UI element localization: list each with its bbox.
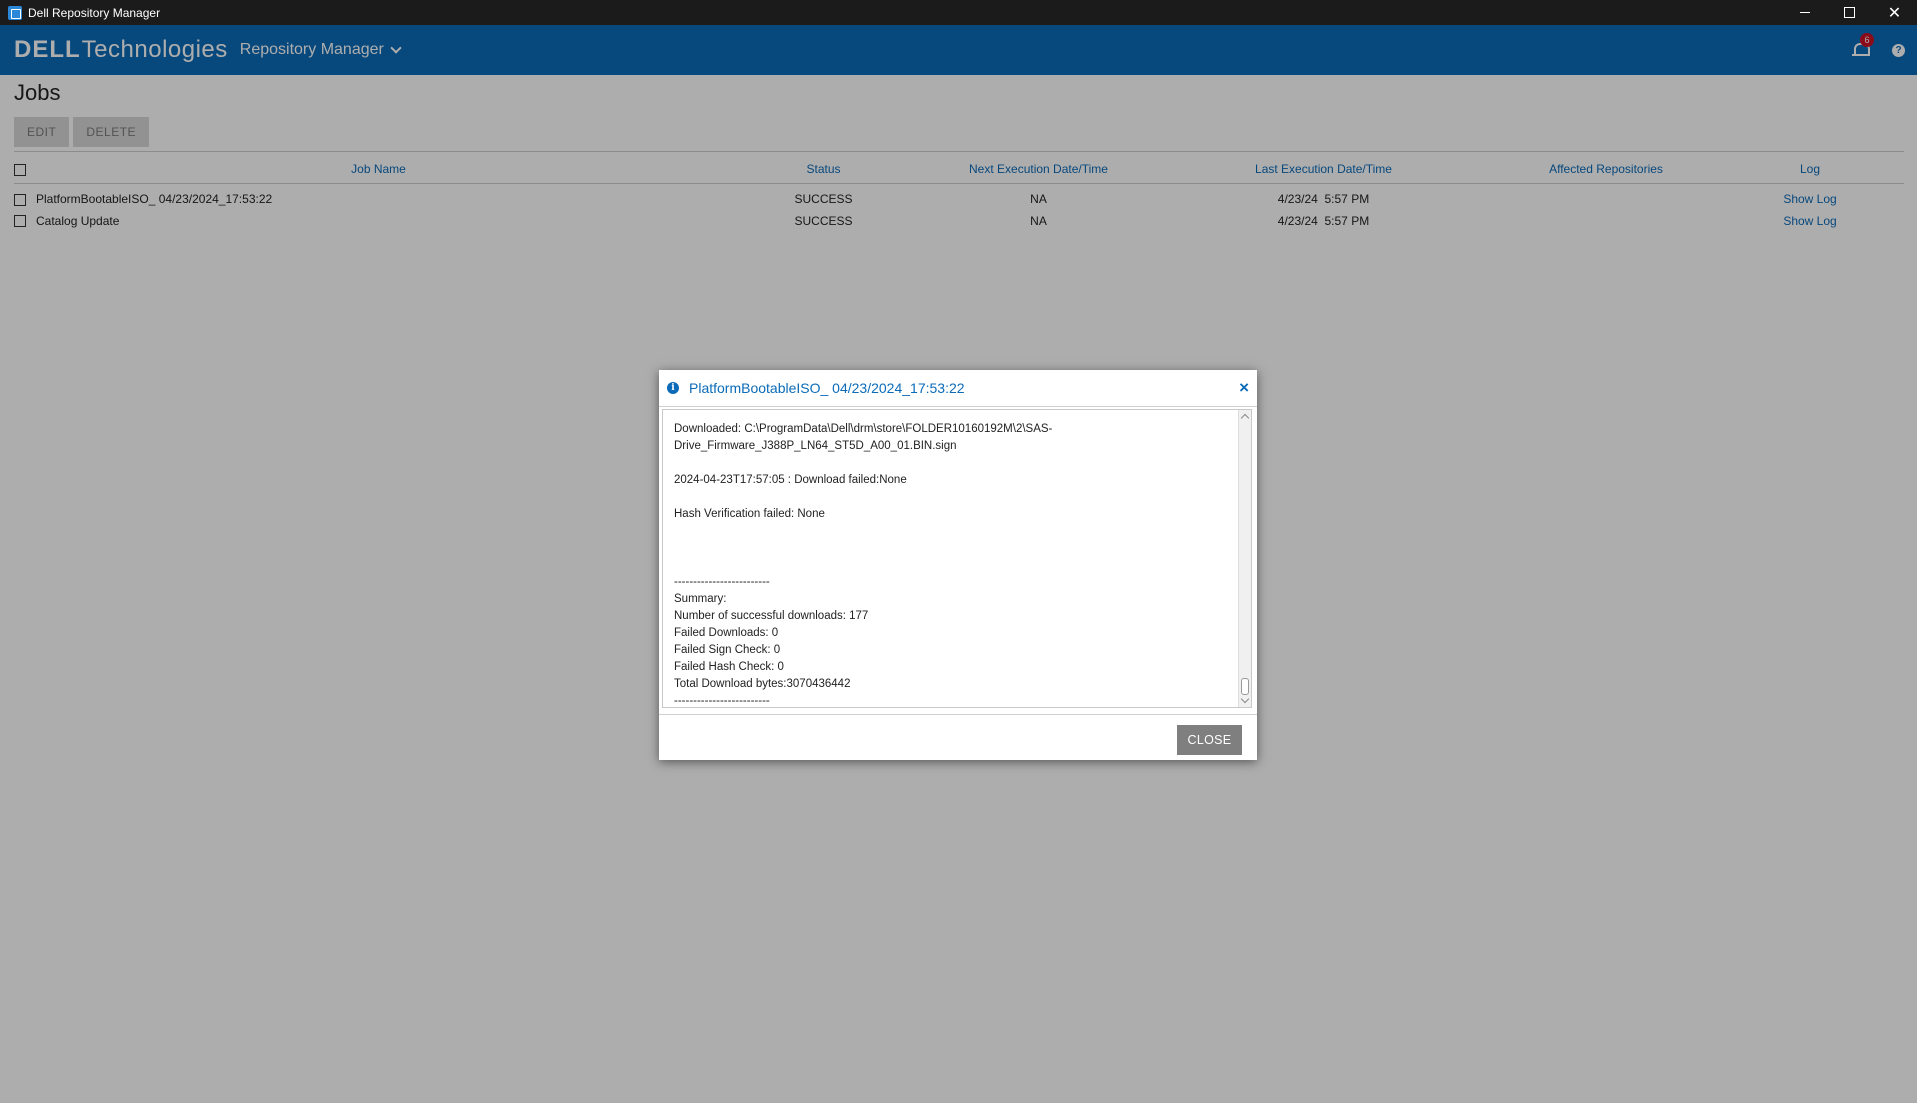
window-controls: ✕ <box>1782 0 1917 25</box>
scroll-down-icon[interactable] <box>1240 694 1250 704</box>
log-content: Downloaded: C:\ProgramData\Dell\drm\stor… <box>674 423 1053 707</box>
window-titlebar: Dell Repository Manager ✕ <box>0 0 1917 25</box>
scroll-up-icon[interactable] <box>1240 413 1250 423</box>
dialog-header: i PlatformBootableISO_ 04/23/2024_17:53:… <box>659 370 1257 407</box>
app-icon <box>8 5 22 20</box>
info-icon: i <box>667 382 679 394</box>
dialog-close-icon[interactable]: × <box>1239 379 1249 397</box>
log-textarea[interactable]: Downloaded: C:\ProgramData\Dell\drm\stor… <box>662 409 1252 708</box>
close-button[interactable]: CLOSE <box>1177 725 1242 755</box>
minimize-icon[interactable] <box>1782 0 1827 25</box>
close-icon[interactable]: ✕ <box>1872 0 1917 25</box>
window-title: Dell Repository Manager <box>28 5 161 20</box>
dialog-footer: CLOSE <box>659 714 1257 760</box>
log-scrollbar[interactable] <box>1238 410 1251 707</box>
scrollbar-thumb[interactable] <box>1241 678 1249 695</box>
maximize-icon[interactable] <box>1827 0 1872 25</box>
job-log-dialog: i PlatformBootableISO_ 04/23/2024_17:53:… <box>659 370 1257 760</box>
dialog-title: PlatformBootableISO_ 04/23/2024_17:53:22 <box>689 380 965 396</box>
